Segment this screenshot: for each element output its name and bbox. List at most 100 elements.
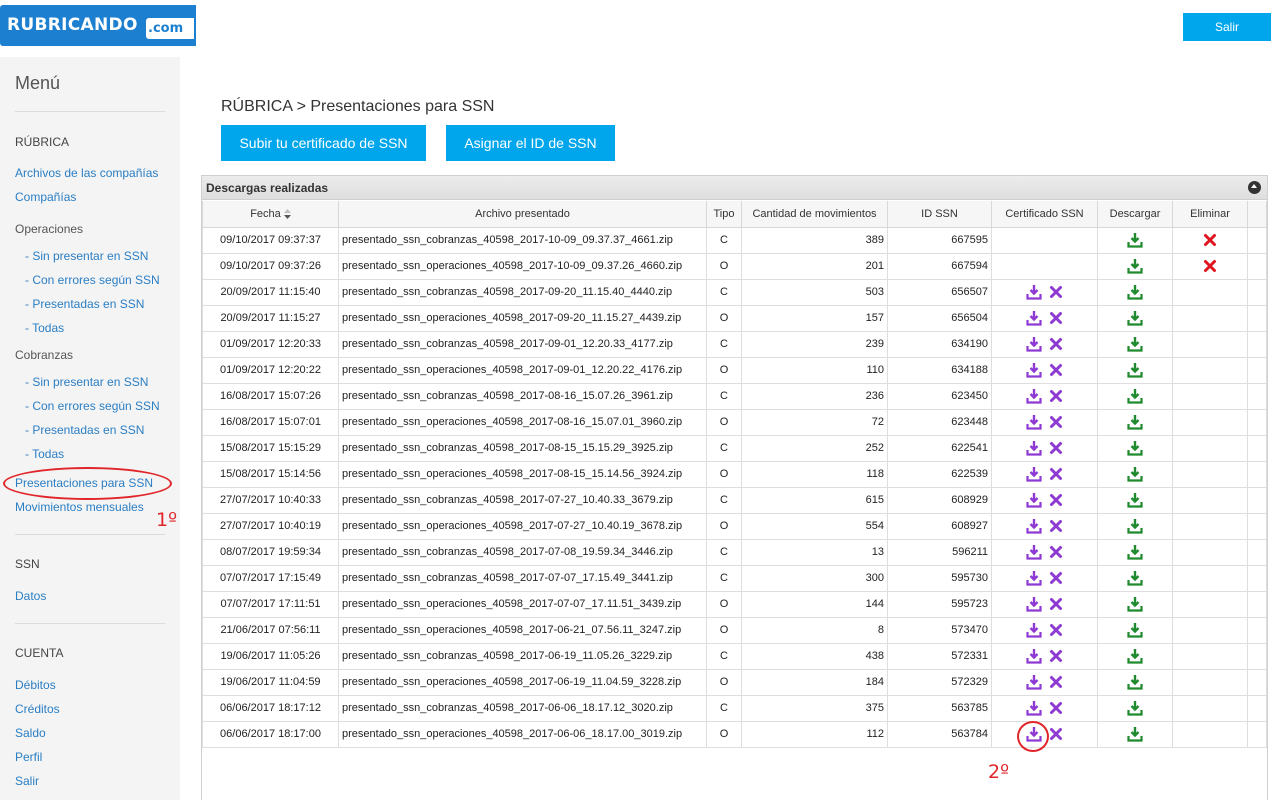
download-icon[interactable] xyxy=(1127,570,1143,586)
sidebar-item-cob-todas[interactable]: - Todas xyxy=(25,447,64,461)
logout-button[interactable]: Salir xyxy=(1183,13,1271,41)
download-icon[interactable] xyxy=(1127,492,1143,508)
download-icon[interactable] xyxy=(1127,674,1143,690)
download-icon[interactable] xyxy=(1127,284,1143,300)
sidebar-item-ops-todas[interactable]: - Todas xyxy=(25,321,64,335)
collapse-icon[interactable] xyxy=(1248,181,1261,194)
column-header-cantidad[interactable]: Cantidad de movimientos xyxy=(741,201,888,228)
close-icon[interactable] xyxy=(1048,414,1064,430)
column-header-id-ssn[interactable]: ID SSN xyxy=(887,201,992,228)
sidebar-item-perfil[interactable]: Perfil xyxy=(15,750,42,764)
cell-archivo: presentado_ssn_cobranzas_40598_2017-09-2… xyxy=(338,278,707,306)
cell-cantidad: 615 xyxy=(741,486,888,514)
download-icon[interactable] xyxy=(1127,388,1143,404)
cell-archivo: presentado_ssn_operaciones_40598_2017-09… xyxy=(338,304,707,332)
download-icon[interactable] xyxy=(1025,284,1042,300)
close-icon[interactable] xyxy=(1048,648,1064,664)
sidebar-item-datos[interactable]: Datos xyxy=(15,589,46,603)
download-icon[interactable] xyxy=(1127,258,1143,274)
download-icon[interactable] xyxy=(1025,570,1042,586)
download-icon[interactable] xyxy=(1025,388,1042,404)
upload-certificate-button[interactable]: Subir tu certificado de SSN xyxy=(221,125,426,161)
cell-tipo: C xyxy=(706,278,742,306)
close-icon[interactable] xyxy=(1048,726,1064,742)
close-icon[interactable] xyxy=(1048,284,1064,300)
download-icon[interactable] xyxy=(1025,648,1042,664)
download-icon[interactable] xyxy=(1127,726,1143,742)
close-icon[interactable] xyxy=(1048,622,1064,638)
download-icon[interactable] xyxy=(1127,310,1143,326)
download-icon[interactable] xyxy=(1025,518,1042,534)
close-icon[interactable] xyxy=(1048,570,1064,586)
download-icon[interactable] xyxy=(1025,596,1042,612)
download-icon[interactable] xyxy=(1025,310,1042,326)
close-icon[interactable] xyxy=(1048,310,1064,326)
close-icon[interactable] xyxy=(1202,232,1218,248)
download-icon[interactable] xyxy=(1127,336,1143,352)
cell-certificado xyxy=(991,616,1098,644)
column-header-archivo[interactable]: Archivo presentado xyxy=(338,201,707,228)
sidebar-item-ops-con-errores[interactable]: - Con errores según SSN xyxy=(25,273,160,287)
download-icon[interactable] xyxy=(1025,674,1042,690)
sidebar-item-cob-con-errores[interactable]: - Con errores según SSN xyxy=(25,399,160,413)
close-icon[interactable] xyxy=(1048,336,1064,352)
sidebar-item-debitos[interactable]: Débitos xyxy=(15,678,56,692)
sidebar-item-ops-sin-presentar[interactable]: - Sin presentar en SSN xyxy=(25,249,148,263)
close-icon[interactable] xyxy=(1048,518,1064,534)
sidebar-item-cob-presentadas[interactable]: - Presentadas en SSN xyxy=(25,423,144,437)
sidebar-item-companias[interactable]: Compañías xyxy=(15,190,76,204)
download-icon[interactable] xyxy=(1127,518,1143,534)
download-icon[interactable] xyxy=(1127,622,1143,638)
cell-archivo: presentado_ssn_operaciones_40598_2017-06… xyxy=(338,720,707,748)
sidebar-item-saldo[interactable]: Saldo xyxy=(15,726,46,740)
download-icon[interactable] xyxy=(1127,466,1143,482)
sidebar-item-salir[interactable]: Salir xyxy=(15,774,39,788)
download-icon[interactable] xyxy=(1127,700,1143,716)
download-icon[interactable] xyxy=(1025,440,1042,456)
close-icon[interactable] xyxy=(1048,466,1064,482)
download-icon[interactable] xyxy=(1025,700,1042,716)
cell-spacer xyxy=(1247,668,1267,696)
sidebar-item-movimientos[interactable]: Movimientos mensuales xyxy=(15,500,144,514)
close-icon[interactable] xyxy=(1048,596,1064,612)
close-icon[interactable] xyxy=(1048,674,1064,690)
download-icon[interactable] xyxy=(1025,544,1042,560)
download-icon[interactable] xyxy=(1025,466,1042,482)
download-icon[interactable] xyxy=(1025,362,1042,378)
download-icon[interactable] xyxy=(1025,336,1042,352)
column-header-tipo[interactable]: Tipo xyxy=(706,201,742,228)
divider xyxy=(15,111,165,112)
close-icon[interactable] xyxy=(1048,544,1064,560)
cell-descargar xyxy=(1097,408,1173,436)
sidebar-item-cob-sin-presentar[interactable]: - Sin presentar en SSN xyxy=(25,375,148,389)
download-icon[interactable] xyxy=(1127,596,1143,612)
sidebar-item-ops-presentadas[interactable]: - Presentadas en SSN xyxy=(25,297,144,311)
download-icon[interactable] xyxy=(1025,492,1042,508)
download-icon[interactable] xyxy=(1127,440,1143,456)
download-icon[interactable] xyxy=(1127,362,1143,378)
column-header-fecha[interactable]: Fecha xyxy=(202,201,339,228)
download-icon[interactable] xyxy=(1127,414,1143,430)
close-icon[interactable] xyxy=(1048,440,1064,456)
assign-ssn-id-button[interactable]: Asignar el ID de SSN xyxy=(446,125,615,161)
download-icon[interactable] xyxy=(1127,232,1143,248)
close-icon[interactable] xyxy=(1048,700,1064,716)
cell-tipo: O xyxy=(706,304,742,332)
close-icon[interactable] xyxy=(1048,362,1064,378)
brand-logo[interactable]: RUBRICANDO .com xyxy=(0,5,196,46)
download-icon[interactable] xyxy=(1127,648,1143,664)
logo-text: RUBRICANDO xyxy=(7,15,138,35)
download-icon[interactable] xyxy=(1025,622,1042,638)
cell-eliminar xyxy=(1172,356,1248,384)
sidebar-item-creditos[interactable]: Créditos xyxy=(15,702,60,716)
cell-tipo: O xyxy=(706,252,742,280)
download-icon[interactable] xyxy=(1127,544,1143,560)
close-icon[interactable] xyxy=(1202,258,1218,274)
close-icon[interactable] xyxy=(1048,492,1064,508)
sort-icon[interactable] xyxy=(283,208,291,219)
download-icon[interactable] xyxy=(1025,414,1042,430)
table-row: 27/07/2017 10:40:33 presentado_ssn_cobran… xyxy=(202,486,1267,514)
close-icon[interactable] xyxy=(1048,388,1064,404)
cell-id-ssn: 667595 xyxy=(887,226,992,254)
sidebar-item-archivos[interactable]: Archivos de las compañías xyxy=(15,166,158,180)
